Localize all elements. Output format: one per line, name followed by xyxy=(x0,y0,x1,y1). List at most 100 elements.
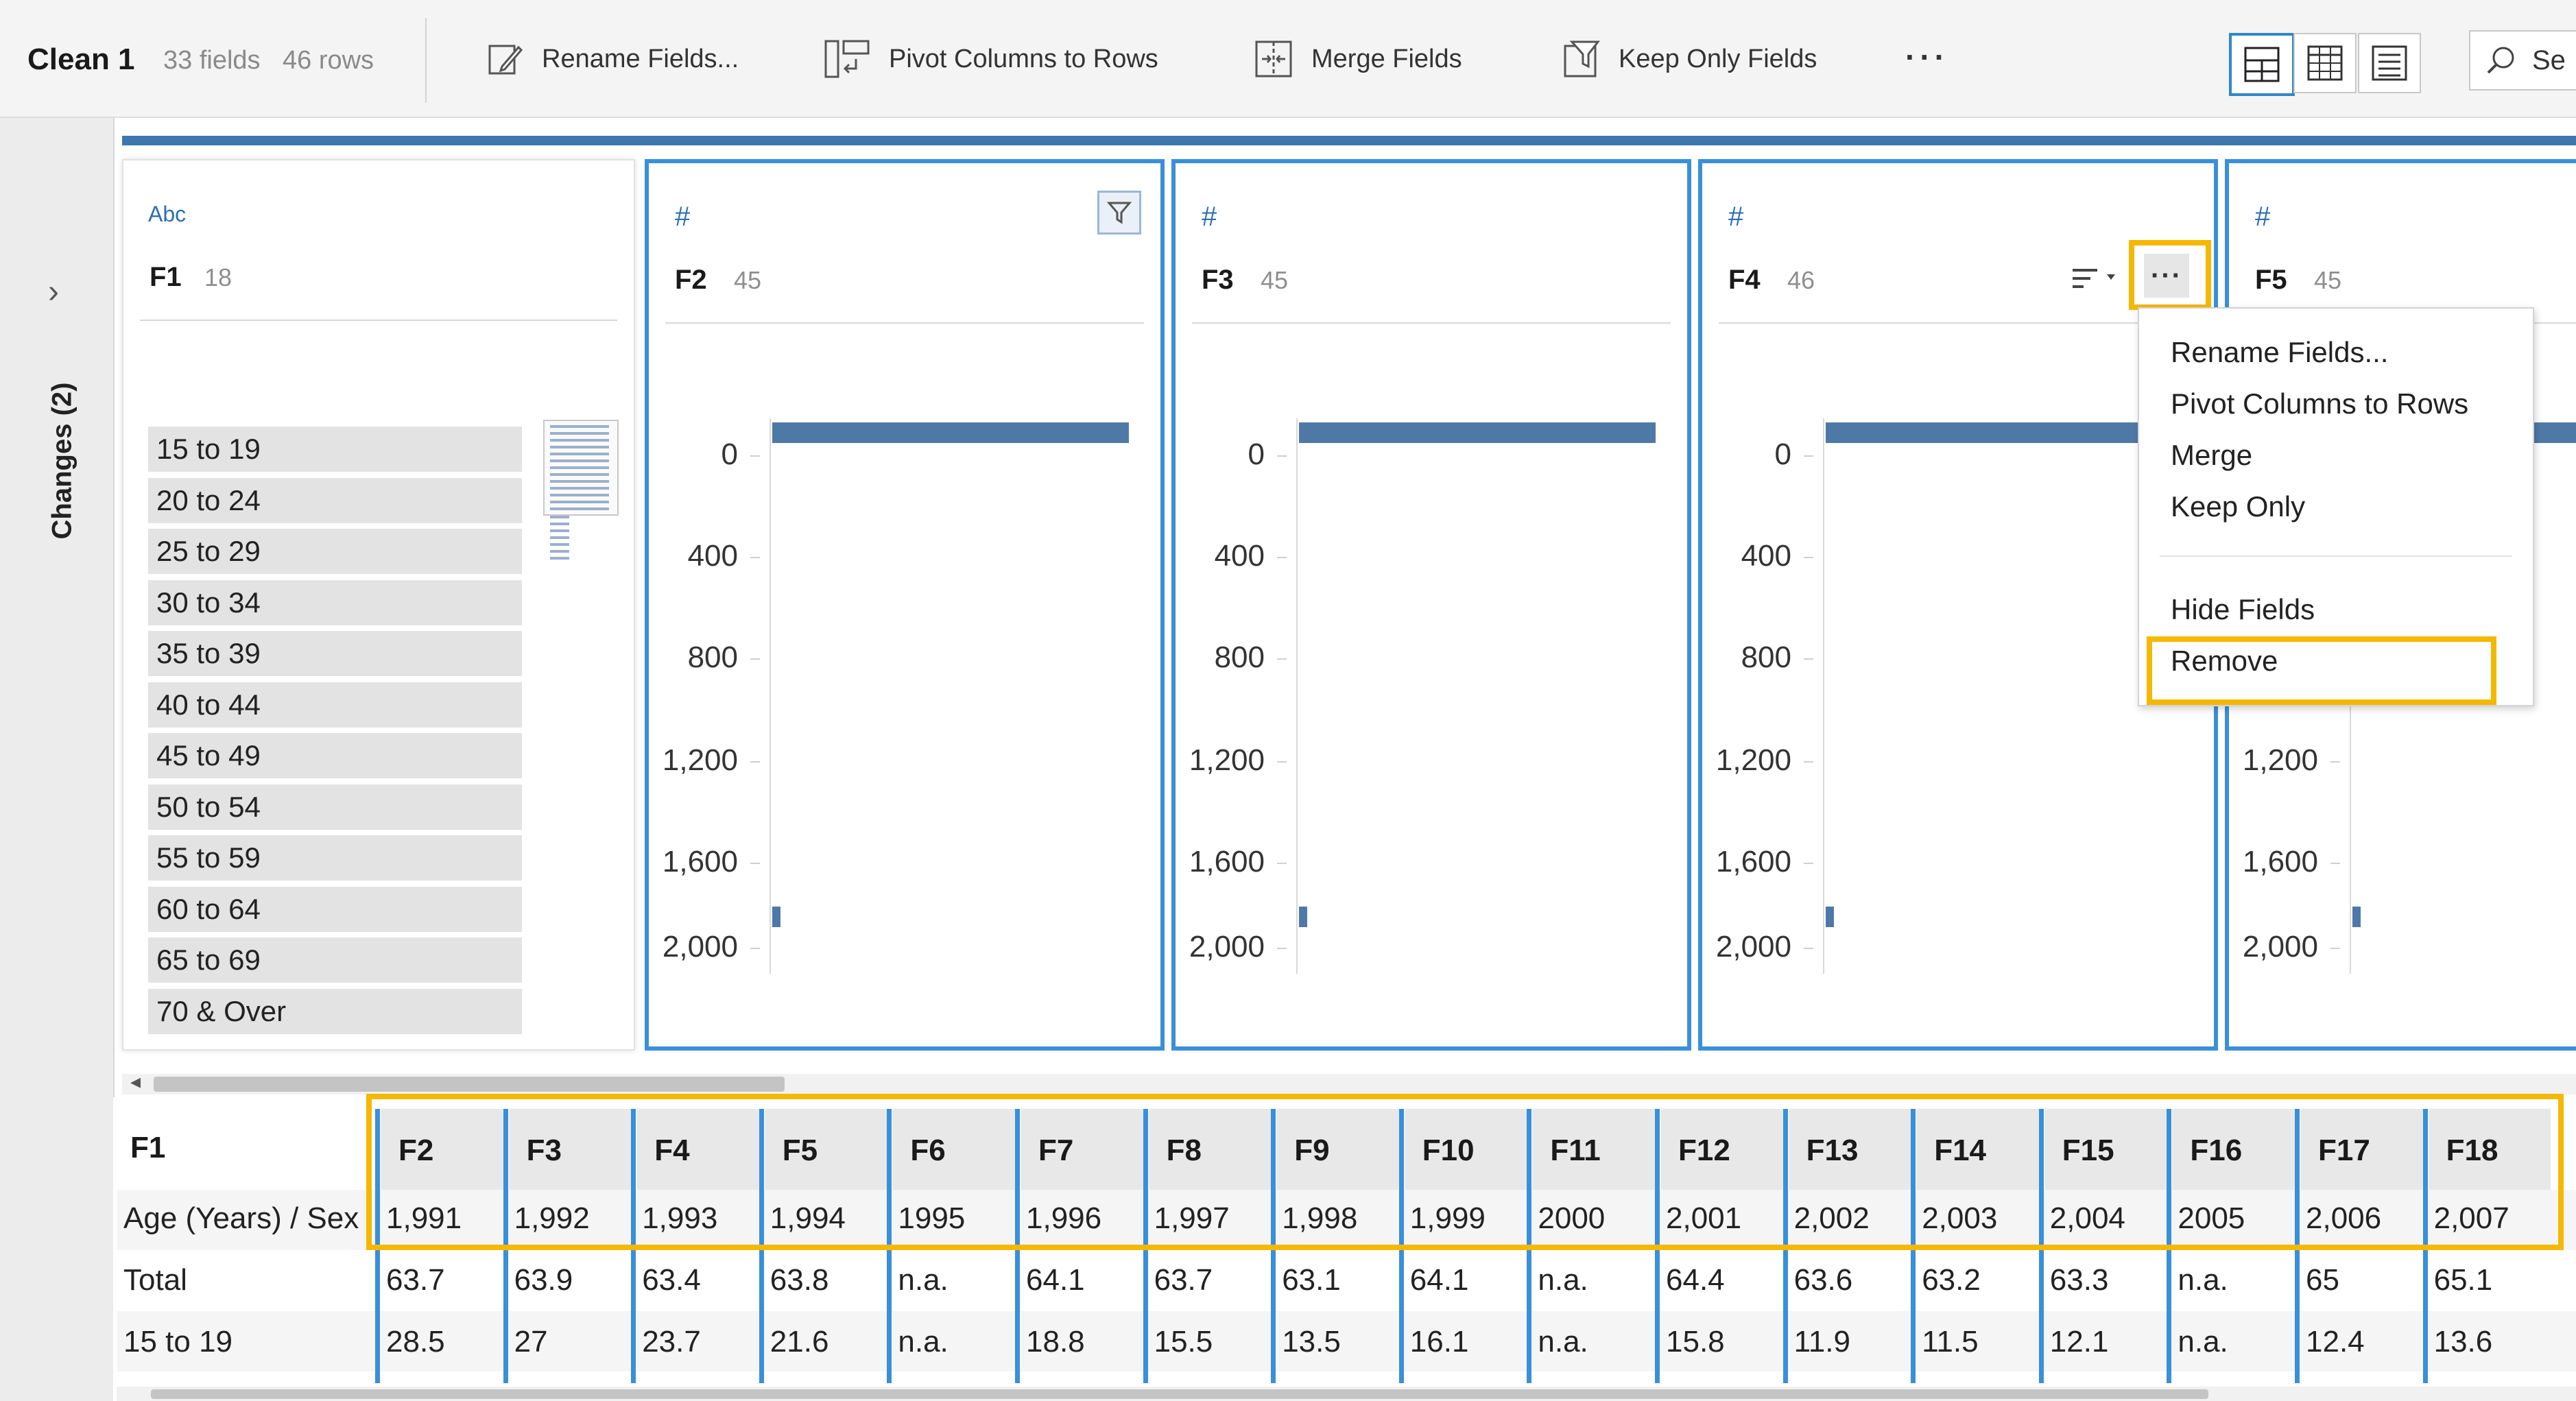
histogram-axis xyxy=(1823,418,1824,974)
grid-cell[interactable]: 28.5 xyxy=(386,1325,445,1359)
grid-cell[interactable]: 11.9 xyxy=(1794,1325,1850,1359)
grid-row-label[interactable]: Total xyxy=(123,1263,187,1297)
grid-cell[interactable]: 12.4 xyxy=(2306,1325,2365,1359)
axis-tick xyxy=(1277,863,1287,864)
grid-cell[interactable]: 63.7 xyxy=(386,1263,445,1297)
menu-item-pivot-columns-to-rows[interactable]: Pivot Columns to Rows xyxy=(2171,387,2468,420)
value-bin[interactable]: 50 to 54 xyxy=(148,784,522,830)
data-grid-view-button[interactable] xyxy=(2293,33,2357,93)
grid-cell[interactable]: 12.1 xyxy=(2050,1325,2109,1359)
axis-tick-label: 2,000 xyxy=(2242,930,2318,963)
value-bin[interactable]: 30 to 34 xyxy=(148,579,522,625)
grid-cell[interactable]: 63.4 xyxy=(642,1263,701,1297)
profile-view-button[interactable] xyxy=(2229,33,2295,96)
pivot-columns-to-rows-button[interactable]: Pivot Columns to Rows xyxy=(823,33,1158,85)
grid-scrollbar[interactable] xyxy=(117,1387,2576,1401)
histogram-bar[interactable] xyxy=(772,907,780,927)
profile-scrollbar-thumb[interactable] xyxy=(154,1077,785,1092)
histogram-bar[interactable] xyxy=(1826,907,1834,927)
grid-cell[interactable]: 23.7 xyxy=(642,1325,701,1359)
fields-count: 33 fields xyxy=(163,46,261,75)
number-type-icon[interactable]: # xyxy=(1728,202,1743,232)
grid-cell[interactable]: 13.6 xyxy=(2434,1325,2493,1359)
axis-tick-label: 1,600 xyxy=(1715,845,1791,878)
histogram-bar[interactable] xyxy=(1299,907,1307,927)
grid-row-label[interactable]: 15 to 19 xyxy=(123,1325,232,1359)
grid-cell[interactable]: 18.8 xyxy=(1026,1325,1085,1359)
grid-cell[interactable]: 63.7 xyxy=(1154,1263,1213,1297)
grid-cell[interactable]: 63.1 xyxy=(1282,1263,1341,1297)
menu-item-hide-fields[interactable]: Hide Fields xyxy=(2171,593,2315,626)
value-bin[interactable]: 70 & Over xyxy=(148,988,522,1034)
scroll-left-icon[interactable]: ◂ xyxy=(130,1070,141,1094)
grid-cell[interactable]: 65.1 xyxy=(2434,1263,2493,1297)
more-options-icon[interactable]: ··· xyxy=(1905,38,1949,75)
profile-card-f3[interactable]: # F3 45 0 400 800 1,200 1,600 2,000 xyxy=(1171,159,1691,1051)
sort-button-f4[interactable] xyxy=(2070,265,2118,299)
grid-cell[interactable]: 64.1 xyxy=(1410,1263,1469,1297)
value-bin[interactable]: 20 to 24 xyxy=(148,477,522,523)
histogram-bar[interactable] xyxy=(1299,422,1656,443)
grid-cell[interactable]: 65 xyxy=(2306,1263,2339,1297)
grid-cell[interactable]: 64.4 xyxy=(1666,1263,1725,1297)
grid-cell[interactable]: 63.8 xyxy=(770,1263,829,1297)
value-bin[interactable]: 65 to 69 xyxy=(148,937,522,983)
grid-cell[interactable]: 63.6 xyxy=(1794,1263,1853,1297)
grid-cell[interactable]: n.a. xyxy=(898,1325,948,1359)
histogram-bar[interactable] xyxy=(1826,422,2182,443)
keep-only-fields-button[interactable]: Keep Only Fields xyxy=(1562,33,1817,85)
grid-cell[interactable]: 63.2 xyxy=(1922,1263,1981,1297)
profile-scrollbar[interactable]: ◂ xyxy=(122,1070,2576,1094)
filter-button-f2[interactable] xyxy=(1097,191,1141,235)
value-bin[interactable]: 45 to 49 xyxy=(148,733,522,778)
axis-tick xyxy=(1804,658,1813,660)
grid-cell[interactable]: n.a. xyxy=(2178,1263,2228,1297)
chevron-right-icon[interactable]: › xyxy=(48,273,59,311)
axis-tick-label: 800 xyxy=(687,640,738,674)
number-type-icon[interactable]: # xyxy=(1202,202,1217,232)
grid-cell[interactable]: n.a. xyxy=(898,1263,948,1297)
distinct-count-f3: 45 xyxy=(1261,266,1289,294)
grid-cell[interactable]: 63.3 xyxy=(2050,1263,2109,1297)
value-bin[interactable]: 35 to 39 xyxy=(148,631,522,676)
grid-cell[interactable]: 16.1 xyxy=(1410,1325,1469,1359)
grid-cell[interactable]: 27 xyxy=(514,1325,548,1359)
number-type-icon[interactable]: # xyxy=(2255,202,2270,232)
value-bin[interactable]: 55 to 59 xyxy=(148,835,522,881)
merge-fields-button[interactable]: Merge Fields xyxy=(1254,33,1462,85)
profile-card-f2[interactable]: # F2 45 0 400 800 1,200 1,600 2,000 xyxy=(645,159,1165,1051)
grid-cell[interactable]: n.a. xyxy=(2178,1325,2228,1359)
rename-fields-button[interactable]: Rename Fields... xyxy=(487,33,739,85)
number-type-icon[interactable]: # xyxy=(675,202,690,232)
menu-item-rename-fields[interactable]: Rename Fields... xyxy=(2171,336,2388,369)
list-view-button[interactable] xyxy=(2358,33,2421,93)
grid-cell[interactable]: 15.8 xyxy=(1666,1325,1725,1359)
value-bin[interactable]: 40 to 44 xyxy=(148,682,522,728)
profile-card-f1[interactable]: Abc F1 18 15 to 19 20 to 24 25 to 29 30 to … xyxy=(122,159,635,1051)
menu-item-merge[interactable]: Merge xyxy=(2171,439,2252,472)
grid-cell[interactable]: n.a. xyxy=(1538,1325,1588,1359)
grid-header-f1[interactable]: F1 xyxy=(117,1109,384,1190)
grid-cell[interactable]: 13.5 xyxy=(1282,1325,1341,1359)
grid-cell[interactable]: 11.5 xyxy=(1922,1325,1978,1359)
changes-pane-label[interactable]: Changes (2) xyxy=(47,383,78,540)
axis-tick xyxy=(750,557,760,558)
grid-cell[interactable]: 21.6 xyxy=(770,1325,829,1359)
histogram-bar[interactable] xyxy=(772,422,1129,443)
value-bin[interactable]: 15 to 19 xyxy=(148,427,522,472)
grid-row-label[interactable]: Age (Years) / Sex xyxy=(123,1201,359,1236)
grid-cell[interactable]: 63.9 xyxy=(514,1263,573,1297)
value-bin[interactable]: 25 to 29 xyxy=(148,529,522,574)
grid-cell[interactable]: 15.5 xyxy=(1154,1325,1213,1359)
grid-cell[interactable]: n.a. xyxy=(1538,1263,1588,1297)
histogram-bar[interactable] xyxy=(2352,907,2361,927)
grid-cell[interactable]: 64.1 xyxy=(1026,1263,1085,1297)
axis-tick xyxy=(750,658,760,660)
value-bin[interactable]: 60 to 64 xyxy=(148,886,522,932)
string-type-icon[interactable]: Abc xyxy=(148,202,186,227)
search-field[interactable]: Se xyxy=(2469,30,2576,91)
value-overview-scroller[interactable] xyxy=(543,420,619,516)
grid-scrollbar-thumb[interactable] xyxy=(151,1389,2208,1399)
menu-item-keep-only[interactable]: Keep Only xyxy=(2171,490,2305,523)
search-icon xyxy=(2487,47,2514,74)
